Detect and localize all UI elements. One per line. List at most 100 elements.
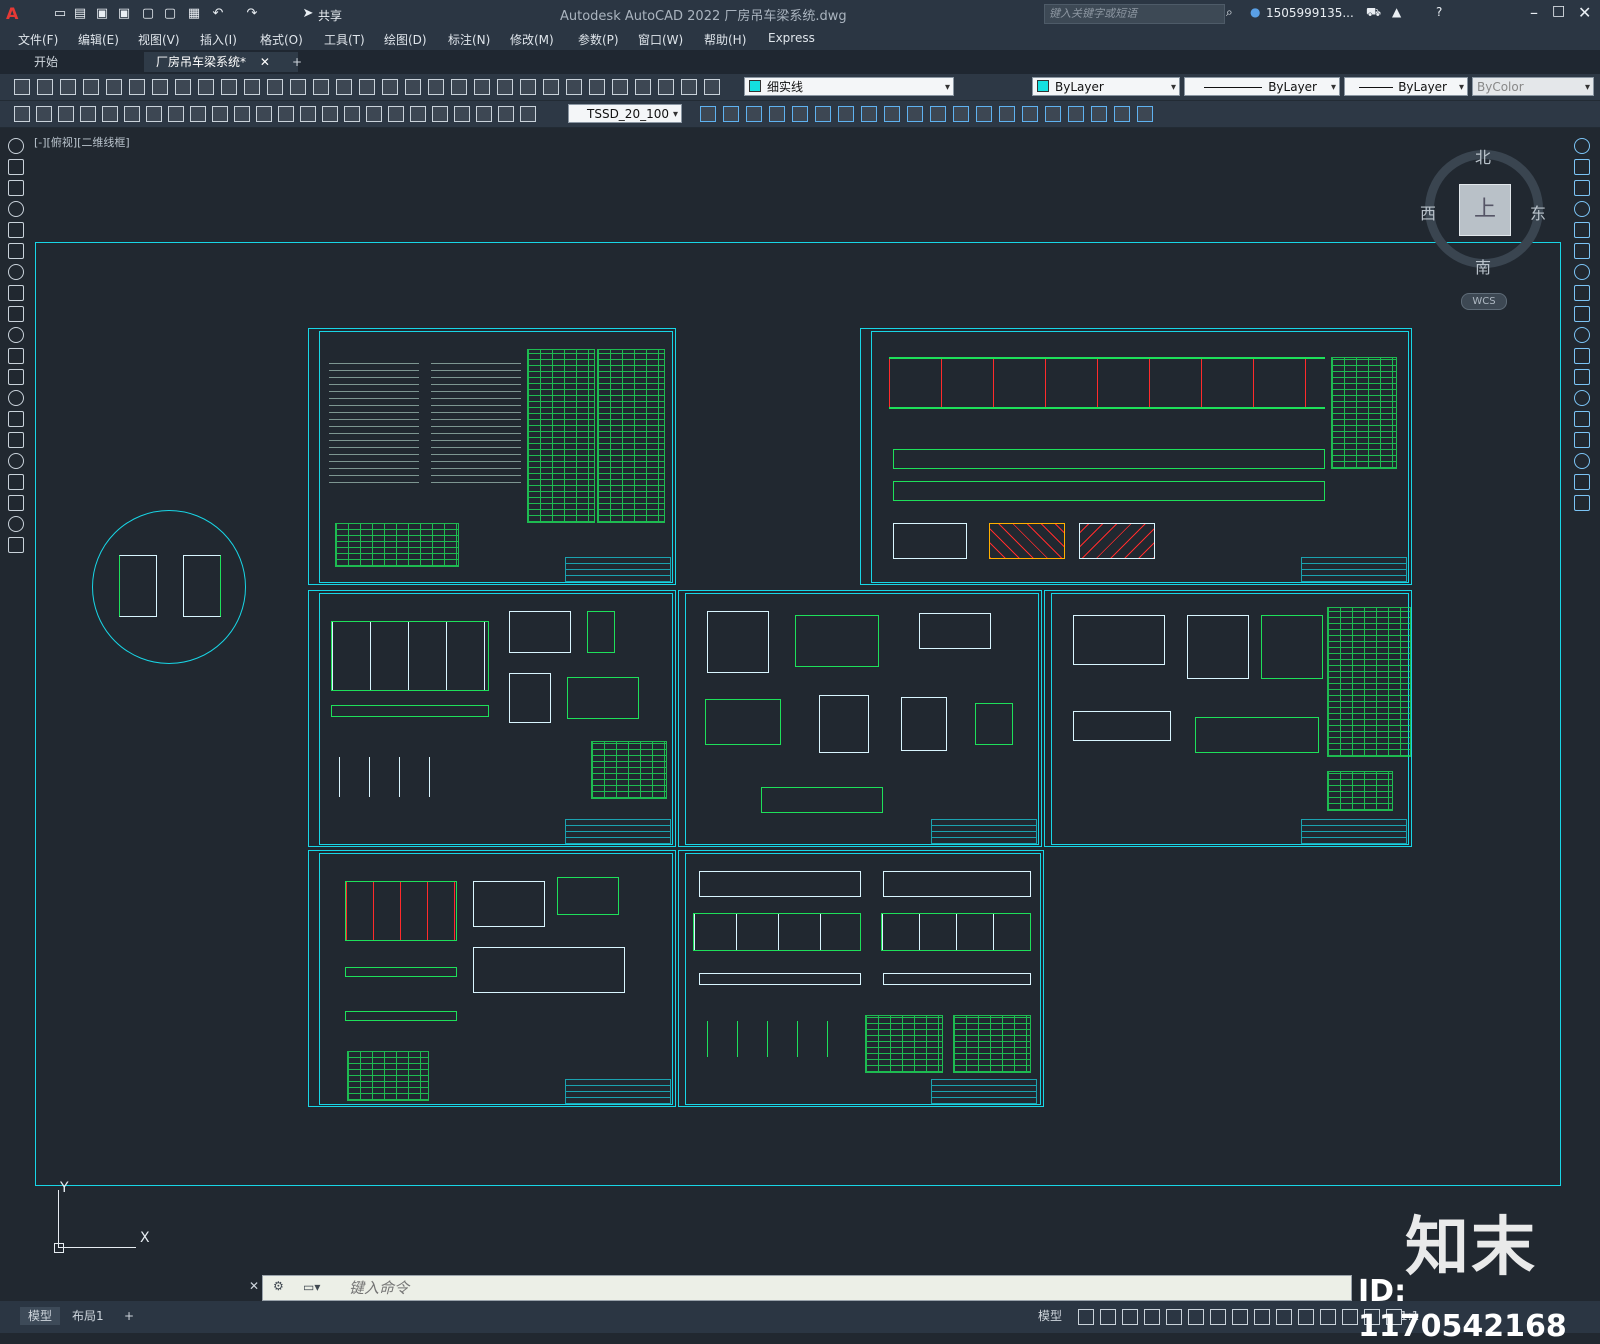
light-bulb-icon[interactable]: [543, 79, 559, 95]
menu-insert[interactable]: 插入(I): [200, 31, 237, 48]
clip-icon[interactable]: [815, 106, 831, 122]
pan-icon[interactable]: [290, 79, 306, 95]
layer-dropdown[interactable]: 细实线 ▾: [744, 77, 954, 96]
maximize-icon[interactable]: □: [1552, 3, 1565, 19]
command-input[interactable]: [347, 1278, 1331, 1298]
osnap-tracking-icon[interactable]: [1210, 1309, 1226, 1325]
frame-icon[interactable]: [838, 106, 854, 122]
lock-icon[interactable]: [612, 79, 628, 95]
redo-icon[interactable]: [267, 79, 283, 95]
lineweight-icon[interactable]: [1254, 1309, 1270, 1325]
menu-window[interactable]: 窗口(W): [638, 31, 683, 48]
dim-aligned-icon[interactable]: [498, 106, 514, 122]
xref-icon[interactable]: [1114, 106, 1130, 122]
ellipse-icon[interactable]: [8, 327, 24, 343]
add-layout-button[interactable]: +: [116, 1307, 142, 1325]
tab-start[interactable]: 开始: [22, 52, 164, 72]
tab-close-icon[interactable]: ✕: [260, 55, 270, 69]
tssd-g-icon[interactable]: [999, 106, 1015, 122]
plot-icon[interactable]: [83, 79, 99, 95]
autocad-logo-icon[interactable]: A: [6, 4, 24, 23]
save-as-icon[interactable]: ▣: [116, 5, 132, 23]
break-icon[interactable]: [1574, 390, 1590, 406]
table-icon[interactable]: [8, 495, 24, 511]
break-at-point-icon[interactable]: [1574, 369, 1590, 385]
construction-line-icon[interactable]: [8, 159, 24, 175]
ellipse-arc-icon[interactable]: [8, 348, 24, 364]
viewcube-top-face[interactable]: 上: [1459, 184, 1511, 236]
preview-icon[interactable]: [106, 79, 122, 95]
dim-angular-icon[interactable]: [168, 106, 184, 122]
cart-icon[interactable]: ⛟: [1366, 5, 1381, 21]
blend-icon[interactable]: [1574, 474, 1590, 490]
menu-modify[interactable]: 修改(M): [510, 31, 554, 48]
copy-icon[interactable]: [175, 79, 191, 95]
center-mark-icon[interactable]: [322, 106, 338, 122]
rectangle-icon[interactable]: [8, 222, 24, 238]
redo-icon[interactable]: ↷: [244, 5, 260, 23]
transparency-icon[interactable]: [1276, 1309, 1292, 1325]
wcs-menu[interactable]: WCS: [1461, 293, 1507, 310]
dim-style-icon[interactable]: [454, 106, 470, 122]
save-web-icon[interactable]: ▢: [162, 5, 178, 23]
tssd-a-icon[interactable]: [861, 106, 877, 122]
add-selected-icon[interactable]: [8, 537, 24, 553]
cut-icon[interactable]: [152, 79, 168, 95]
stretch-icon[interactable]: [1574, 306, 1590, 322]
region-icon[interactable]: [8, 474, 24, 490]
color-dropdown[interactable]: ByLayer ▾: [1032, 77, 1180, 96]
save-icon[interactable]: ▣: [94, 5, 110, 23]
compass-north[interactable]: 北: [1475, 144, 1491, 168]
new-icon[interactable]: [635, 79, 651, 95]
zoom-window-icon[interactable]: [336, 79, 352, 95]
polygon-icon[interactable]: [8, 201, 24, 217]
isodraft-icon[interactable]: [1188, 1309, 1204, 1325]
copy-icon[interactable]: [1574, 159, 1590, 175]
user-name[interactable]: 1505999135...: [1266, 6, 1354, 20]
make-block-icon[interactable]: [8, 390, 24, 406]
dim-quick-icon[interactable]: [190, 106, 206, 122]
layer-props-icon[interactable]: [520, 79, 536, 95]
dim-aligned-icon[interactable]: [36, 106, 52, 122]
tssd-f-icon[interactable]: [976, 106, 992, 122]
block-icon[interactable]: [700, 106, 716, 122]
multiline-text-icon[interactable]: [8, 516, 24, 532]
menu-dimension[interactable]: 标注(N): [448, 31, 490, 48]
auto-scale-icon[interactable]: [1342, 1309, 1358, 1325]
properties-icon[interactable]: [359, 79, 375, 95]
open-web-icon[interactable]: ▢: [140, 5, 156, 23]
autodesk-app-icon[interactable]: ▲: [1392, 5, 1401, 19]
dim-linear-icon[interactable]: [476, 106, 492, 122]
gradient-icon[interactable]: [8, 453, 24, 469]
dim-text-edit-icon[interactable]: [410, 106, 426, 122]
dim-jogged-icon[interactable]: [124, 106, 140, 122]
undo-icon[interactable]: ↶: [210, 5, 226, 23]
line-icon[interactable]: [8, 138, 24, 154]
array-icon[interactable]: [1574, 222, 1590, 238]
tolerance-icon[interactable]: [300, 106, 316, 122]
plot-icon[interactable]: [704, 79, 720, 95]
mirror-icon[interactable]: [1574, 180, 1590, 196]
markup-icon[interactable]: [451, 79, 467, 95]
command-history-icon[interactable]: ▭▾: [303, 1280, 320, 1294]
minimize-icon[interactable]: –: [1530, 3, 1538, 22]
dim-arc-icon[interactable]: [520, 106, 536, 122]
undo-icon[interactable]: [244, 79, 260, 95]
search-icon[interactable]: ⌕: [1226, 5, 1233, 20]
menu-draw[interactable]: 绘图(D): [384, 31, 427, 48]
compass-east[interactable]: 东: [1530, 200, 1546, 224]
sheet-set-icon[interactable]: [428, 79, 444, 95]
attribute-icon[interactable]: [1091, 106, 1107, 122]
revision-cloud-icon[interactable]: [8, 285, 24, 301]
insert-icon[interactable]: [1068, 106, 1084, 122]
menu-help[interactable]: 帮助(H): [704, 31, 746, 48]
drawing-area[interactable]: Y X: [30, 128, 1566, 1268]
scale-icon[interactable]: [1574, 285, 1590, 301]
model-space-button[interactable]: 模型: [1030, 1307, 1070, 1325]
share-label[interactable]: 共享: [318, 7, 342, 24]
close-icon[interactable]: ✕: [249, 1279, 259, 1293]
dim-edit-icon[interactable]: [388, 106, 404, 122]
dim-linear-icon[interactable]: [14, 106, 30, 122]
paste-icon[interactable]: [198, 79, 214, 95]
jogged-linear-icon[interactable]: [366, 106, 382, 122]
